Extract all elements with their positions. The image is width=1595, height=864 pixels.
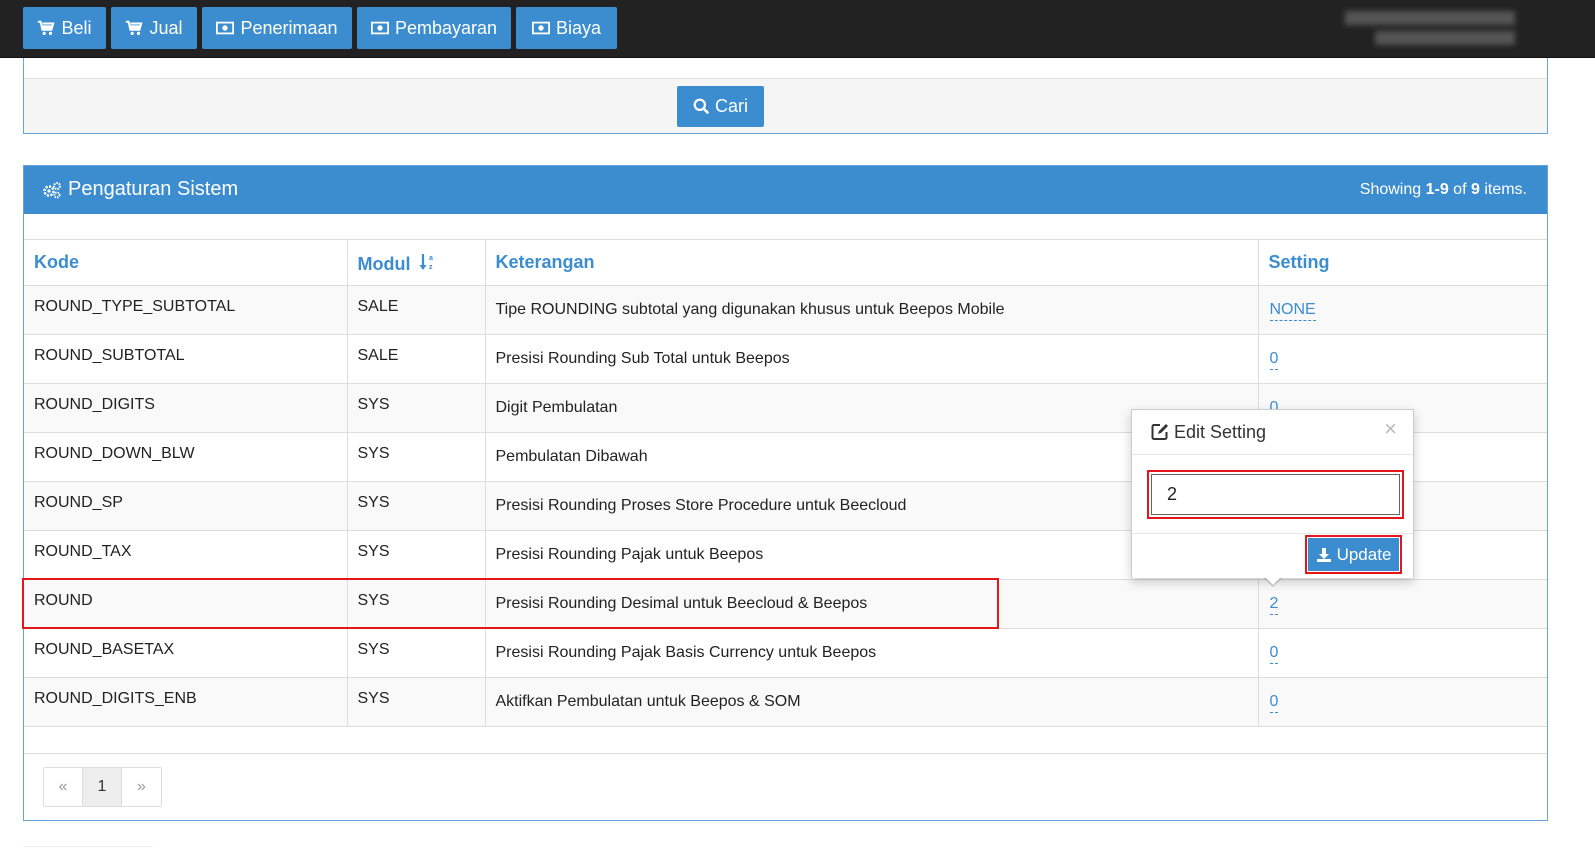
download-icon: [1316, 547, 1331, 562]
pagination: « 1 »: [43, 767, 162, 807]
gears-icon: [43, 181, 61, 198]
pagination-prev[interactable]: «: [44, 768, 83, 806]
update-label: Update: [1336, 544, 1392, 564]
header-setting-label: Setting: [1268, 252, 1330, 272]
setting-edit-link[interactable]: 2: [1269, 595, 1279, 615]
setting-edit-link[interactable]: 0: [1269, 644, 1279, 664]
cell-modul: SYS: [347, 579, 486, 629]
cell-keterangan: Presisi Rounding Sub Total untuk Beepos: [485, 334, 1259, 384]
cell-setting: NONE: [1258, 285, 1547, 335]
edit-icon: [1151, 424, 1168, 440]
money-icon: [216, 21, 235, 35]
cell-setting: 0: [1258, 628, 1547, 678]
cell-modul: SYS: [347, 677, 486, 727]
cell-kode: ROUND_DOWN_BLW: [24, 432, 348, 482]
search-panel: Cari: [23, 58, 1548, 134]
summary-range: 1-9: [1425, 181, 1449, 198]
search-button[interactable]: Cari: [677, 86, 764, 127]
biaya-button[interactable]: Biaya: [516, 7, 617, 49]
cell-modul: SYS: [347, 628, 486, 678]
panel-footer-divider: [24, 753, 1547, 754]
cell-kode: ROUND_DIGITS: [24, 383, 348, 433]
summary-total: 9: [1470, 181, 1480, 198]
beli-button[interactable]: Beli: [23, 7, 106, 49]
summary-of: of: [1448, 181, 1471, 198]
cell-modul: SYS: [347, 383, 486, 433]
panel-title-text: Pengaturan Sistem: [68, 178, 239, 200]
cell-kode: ROUND: [24, 579, 348, 629]
header-keterangan-label: Keterangan: [495, 252, 595, 272]
update-button[interactable]: Update: [1308, 538, 1399, 571]
jual-label: Jual: [149, 17, 183, 38]
setting-input-highlight: [1147, 470, 1404, 519]
svg-text:z: z: [429, 264, 433, 271]
table-row: ROUND_BASETAX SYS Presisi Rounding Pajak…: [24, 628, 1547, 678]
search-footer: Cari: [24, 78, 1547, 133]
cell-kode: ROUND_SUBTOTAL: [24, 334, 348, 384]
biaya-label: Biaya: [555, 17, 602, 38]
cell-kode: ROUND_BASETAX: [24, 628, 348, 678]
beli-label: Beli: [61, 17, 92, 38]
summary-prefix: Showing: [1359, 181, 1426, 198]
table-row: ROUND SYS Presisi Rounding Desimal untuk…: [24, 579, 1547, 629]
pagination-page-1[interactable]: 1: [83, 768, 122, 806]
penerimaan-button[interactable]: Penerimaan: [202, 7, 352, 49]
pembayaran-button[interactable]: Pembayaran: [357, 7, 511, 49]
cart-icon: [126, 20, 143, 36]
cell-modul: SYS: [347, 530, 486, 580]
popover-title: Edit Setting: [1174, 421, 1267, 442]
panel-summary: Showing 1-9 of 9 items.: [1360, 181, 1527, 199]
cell-modul: SALE: [347, 334, 486, 384]
cell-keterangan: Aktifkan Pembulatan untuk Beepos & SOM: [485, 677, 1259, 727]
setting-edit-link[interactable]: 0: [1269, 350, 1279, 370]
cell-keterangan: Presisi Rounding Desimal untuk Beecloud …: [485, 579, 1259, 629]
setting-value-input[interactable]: [1151, 474, 1400, 515]
cell-setting: 0: [1258, 334, 1547, 384]
update-button-highlight: Update: [1305, 535, 1402, 574]
setting-edit-link[interactable]: NONE: [1269, 301, 1316, 321]
setting-edit-link[interactable]: 0: [1269, 693, 1279, 713]
summary-suffix: items.: [1479, 181, 1527, 198]
cell-modul: SALE: [347, 285, 486, 335]
popover-header: Edit Setting: [1132, 410, 1413, 455]
header-kode[interactable]: Kode: [24, 239, 348, 286]
panel-header: Pengaturan Sistem Showing 1-9 of 9 items…: [24, 166, 1547, 214]
edit-setting-popover: Edit Setting × Update: [1131, 409, 1414, 578]
table-row: ROUND_DIGITS_ENB SYS Aktifkan Pembulatan…: [24, 677, 1547, 727]
cell-setting: 0: [1258, 677, 1547, 727]
cell-setting: 2: [1258, 579, 1547, 629]
cell-kode: ROUND_SP: [24, 481, 348, 531]
cell-kode: ROUND_DIGITS_ENB: [24, 677, 348, 727]
search-label: Cari: [714, 96, 748, 116]
cart-icon: [38, 20, 55, 36]
bottom-divider: [23, 846, 153, 847]
top-navbar: Beli Jual Penerimaan Pembayaran Biaya: [0, 0, 1595, 58]
cell-keterangan: Tipe ROUNDING subtotal yang digunakan kh…: [485, 285, 1259, 335]
jual-button[interactable]: Jual: [111, 7, 197, 49]
cell-modul: SYS: [347, 432, 486, 482]
money-icon: [370, 21, 389, 35]
pembayaran-label: Pembayaran: [394, 17, 498, 38]
penerimaan-label: Penerimaan: [240, 17, 338, 38]
table-row: ROUND_SUBTOTAL SALE Presisi Rounding Sub…: [24, 334, 1547, 384]
search-icon: [693, 98, 710, 115]
header-kode-label[interactable]: Kode: [34, 252, 79, 272]
header-setting: Setting: [1258, 239, 1547, 286]
close-icon[interactable]: ×: [1384, 416, 1397, 442]
sort-alpha-icon[interactable]: az: [419, 252, 435, 272]
svg-text:a: a: [429, 255, 433, 262]
cell-kode: ROUND_TYPE_SUBTOTAL: [24, 285, 348, 335]
panel-title: Pengaturan Sistem: [42, 178, 238, 201]
header-modul-label[interactable]: Modul: [358, 254, 411, 274]
popover-arrow-inner: [1264, 576, 1282, 585]
cell-keterangan: Presisi Rounding Pajak Basis Currency un…: [485, 628, 1259, 678]
cell-modul: SYS: [347, 481, 486, 531]
user-info-blurred[interactable]: [1345, 8, 1515, 45]
table-row: ROUND_TYPE_SUBTOTAL SALE Tipe ROUNDING s…: [24, 285, 1547, 335]
cell-kode: ROUND_TAX: [24, 530, 348, 580]
header-modul[interactable]: Modul az: [347, 239, 486, 286]
pagination-next[interactable]: »: [122, 768, 161, 806]
header-keterangan: Keterangan: [485, 239, 1259, 286]
money-icon: [531, 21, 550, 35]
